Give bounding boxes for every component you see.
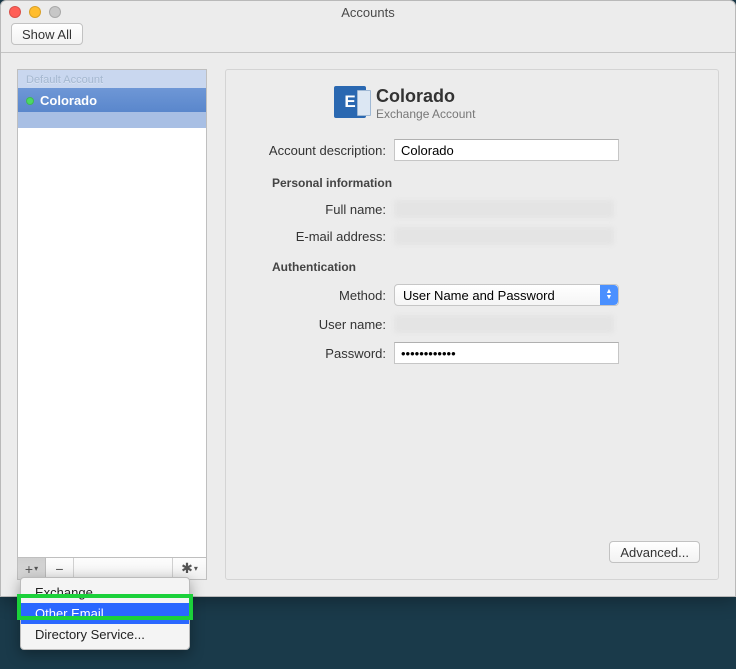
remove-account-button[interactable]: − (46, 558, 74, 579)
traffic-lights (9, 6, 61, 18)
chevron-down-icon: ▾ (34, 564, 38, 573)
account-list[interactable]: Default Account Colorado (17, 69, 207, 557)
menu-item-other-email[interactable]: Other Email... (21, 603, 189, 624)
account-list-item[interactable]: Colorado (18, 88, 206, 112)
toolbar: Show All (1, 23, 735, 53)
description-field[interactable] (394, 139, 619, 161)
auth-method-select[interactable]: User Name and Password ▲▼ (394, 284, 619, 306)
description-label: Account description: (244, 143, 394, 158)
email-value (394, 227, 614, 245)
close-window-button[interactable] (9, 6, 21, 18)
username-label: User name: (244, 317, 394, 332)
authentication-heading: Authentication (272, 260, 700, 274)
settings-button[interactable]: ✱▾ (172, 558, 206, 579)
account-subrow (18, 112, 206, 128)
username-value (394, 315, 614, 333)
auth-method-value: User Name and Password (403, 288, 555, 303)
account-type-label: Exchange Account (376, 107, 475, 121)
plus-icon: + (25, 561, 33, 577)
exchange-icon: E (334, 86, 366, 118)
titlebar: Accounts (1, 1, 735, 23)
chevron-down-icon: ▾ (194, 564, 198, 573)
minus-icon: − (55, 561, 63, 577)
email-label: E-mail address: (244, 229, 394, 244)
full-name-label: Full name: (244, 202, 394, 217)
full-name-value (394, 200, 614, 218)
content-area: Default Account Colorado +▾ − ✱▾ (1, 53, 735, 596)
menu-item-directory-service[interactable]: Directory Service... (21, 624, 189, 645)
minimize-window-button[interactable] (29, 6, 41, 18)
gear-icon: ✱ (181, 560, 193, 577)
method-label: Method: (244, 288, 394, 303)
window-title: Accounts (1, 5, 735, 20)
zoom-window-button[interactable] (49, 6, 61, 18)
account-name-label: Colorado (40, 93, 97, 108)
sidebar: Default Account Colorado +▾ − ✱▾ (17, 69, 207, 580)
menu-item-exchange[interactable]: Exchange... (21, 582, 189, 603)
personal-info-heading: Personal information (272, 176, 700, 190)
show-all-button[interactable]: Show All (11, 23, 83, 45)
add-account-menu: Exchange... Other Email... Directory Ser… (20, 577, 190, 650)
advanced-button[interactable]: Advanced... (609, 541, 700, 563)
accounts-window: Accounts Show All Default Account Colora… (0, 0, 736, 597)
account-header: E Colorado Exchange Account (334, 86, 700, 121)
password-field[interactable] (394, 342, 619, 364)
add-account-button[interactable]: +▾ (18, 558, 46, 579)
status-online-icon (26, 97, 34, 105)
select-stepper-icon: ▲▼ (600, 285, 618, 305)
sidebar-section-label: Default Account (18, 70, 206, 88)
details-panel: E Colorado Exchange Account Account desc… (225, 69, 719, 580)
account-title: Colorado (376, 86, 475, 107)
password-label: Password: (244, 346, 394, 361)
